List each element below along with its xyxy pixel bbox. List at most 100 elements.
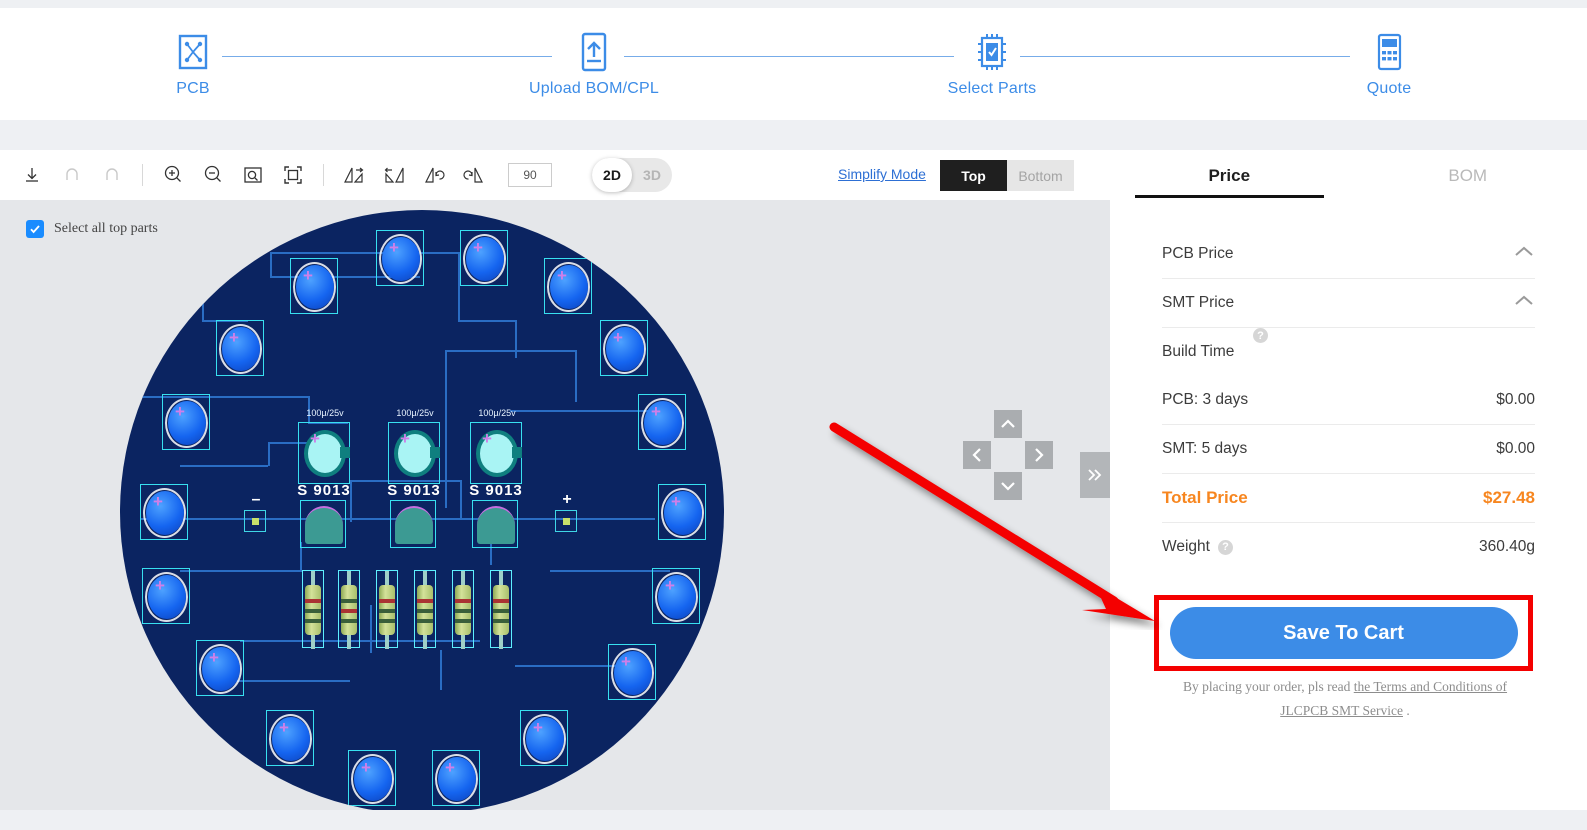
capacitor-part[interactable]: 100μ/25v + bbox=[388, 408, 440, 484]
rotate-ccw-icon[interactable] bbox=[414, 158, 454, 192]
undo-icon[interactable] bbox=[52, 158, 92, 192]
pan-down-button[interactable] bbox=[994, 472, 1022, 500]
trace bbox=[440, 650, 442, 690]
trace bbox=[445, 350, 447, 440]
resistor-part[interactable] bbox=[452, 570, 474, 649]
capacitor-label: 100μ/25v bbox=[478, 408, 516, 418]
resistor-part[interactable] bbox=[490, 570, 512, 649]
dimension-option-2d[interactable]: 2D bbox=[592, 158, 632, 192]
led-part[interactable]: + bbox=[290, 258, 338, 314]
fit-screen-icon[interactable] bbox=[273, 158, 313, 192]
led-part[interactable]: + bbox=[608, 644, 656, 700]
chevron-down-icon bbox=[1001, 482, 1015, 491]
step-pcb[interactable]: PCB bbox=[113, 30, 273, 98]
capacitor-part[interactable]: 100μ/25v + bbox=[298, 408, 350, 484]
led-part[interactable]: + bbox=[460, 230, 508, 286]
build-time-row: Build Time bbox=[1162, 328, 1535, 376]
pan-up-button[interactable] bbox=[994, 410, 1022, 438]
pan-left-button[interactable] bbox=[963, 441, 991, 469]
smd-pad-negative[interactable]: – bbox=[244, 491, 266, 532]
led-part[interactable]: + bbox=[432, 750, 480, 806]
resistor-part[interactable] bbox=[376, 570, 398, 649]
tab-bom[interactable]: BOM bbox=[1349, 150, 1587, 202]
led-part[interactable]: + bbox=[658, 484, 706, 540]
step-upload-bom[interactable]: Upload BOM/CPL bbox=[514, 30, 674, 98]
build-time-help-icon[interactable]: ? bbox=[1253, 328, 1268, 343]
led-part[interactable]: + bbox=[520, 710, 568, 766]
capacitor-label: 100μ/25v bbox=[306, 408, 344, 418]
redo-icon[interactable] bbox=[92, 158, 132, 192]
pcb-preview-canvas[interactable]: Select all top parts + + + + + + + + + +… bbox=[0, 200, 1110, 810]
side-option-bottom[interactable]: Bottom bbox=[1007, 160, 1074, 191]
chevron-up-icon[interactable] bbox=[1513, 294, 1535, 312]
transistor-part[interactable]: S 9013 bbox=[297, 482, 350, 548]
select-all-checkbox[interactable] bbox=[26, 220, 44, 238]
help-icon[interactable]: ? bbox=[1217, 539, 1233, 555]
flip-vertical-icon[interactable] bbox=[374, 158, 414, 192]
smd-pad-positive[interactable]: + bbox=[555, 491, 577, 532]
trace bbox=[460, 480, 462, 520]
led-part[interactable]: + bbox=[216, 320, 264, 376]
simplify-mode-link[interactable]: Simplify Mode bbox=[838, 166, 926, 182]
select-all-top-parts[interactable]: Select all top parts bbox=[26, 220, 158, 238]
dimension-option-3d[interactable]: 3D bbox=[632, 158, 672, 192]
side-option-top[interactable]: Top bbox=[940, 160, 1007, 191]
led-part[interactable]: + bbox=[142, 568, 190, 624]
section-pcb-price[interactable]: PCB Price bbox=[1162, 230, 1535, 278]
select-all-label: Select all top parts bbox=[54, 221, 158, 236]
led-part[interactable]: + bbox=[140, 484, 188, 540]
led-part[interactable]: + bbox=[162, 394, 210, 450]
weight-row: Weight ? 360.40g bbox=[1162, 523, 1535, 571]
section-smt-price[interactable]: SMT Price bbox=[1162, 279, 1535, 327]
polarity-plus: + bbox=[361, 758, 371, 777]
resistor-part[interactable] bbox=[414, 570, 436, 649]
pcb-board[interactable]: + + + + + + + + + + + + + + + + + + 100μ… bbox=[120, 210, 724, 810]
rotation-input[interactable] bbox=[508, 163, 552, 187]
trace bbox=[575, 350, 577, 402]
panel-collapse-handle[interactable] bbox=[1080, 452, 1110, 498]
led-part[interactable]: + bbox=[266, 710, 314, 766]
polarity-plus: + bbox=[665, 576, 675, 595]
capacitor-part[interactable]: 100μ/25v + bbox=[470, 408, 522, 484]
polarity-plus: + bbox=[303, 266, 313, 285]
led-part[interactable]: + bbox=[196, 640, 244, 696]
transistor-part[interactable]: S 9013 bbox=[469, 482, 522, 548]
smt-days-row: SMT: 5 days $0.00 bbox=[1162, 425, 1535, 473]
led-part[interactable]: + bbox=[376, 230, 424, 286]
weight-value: 360.40g bbox=[1478, 538, 1535, 555]
download-icon[interactable] bbox=[12, 158, 52, 192]
section-label: SMT Price bbox=[1162, 294, 1235, 311]
rotate-cw-icon[interactable] bbox=[454, 158, 494, 192]
chevron-up-icon[interactable] bbox=[1513, 245, 1535, 263]
tab-price[interactable]: Price bbox=[1110, 150, 1349, 202]
resistor-part[interactable] bbox=[338, 570, 360, 649]
led-part[interactable]: + bbox=[348, 750, 396, 806]
resistor-part[interactable] bbox=[302, 570, 324, 649]
smt-assembly-page: PCB Upload BOM/CPL Select Parts Quote 90… bbox=[0, 0, 1587, 830]
polarity-plus: + bbox=[209, 648, 219, 667]
pcb-days-row: PCB: 3 days $0.00 bbox=[1162, 376, 1535, 424]
transistor-part[interactable]: S 9013 bbox=[387, 482, 440, 548]
polarity-plus: + bbox=[229, 328, 239, 347]
dimension-toggle[interactable]: 2D 3D bbox=[592, 158, 672, 192]
led-part[interactable]: + bbox=[652, 568, 700, 624]
zoom-out-icon[interactable] bbox=[193, 158, 233, 192]
step-quote[interactable]: Quote bbox=[1309, 30, 1469, 98]
trace bbox=[458, 320, 516, 322]
polarity-plus: + bbox=[671, 492, 681, 511]
save-to-cart-button[interactable]: Save To Cart bbox=[1169, 607, 1518, 659]
build-time-label: Build Time bbox=[1162, 343, 1235, 360]
polarity-plus: + bbox=[155, 576, 165, 595]
trace bbox=[240, 640, 480, 642]
led-part[interactable]: + bbox=[638, 394, 686, 450]
led-part[interactable]: + bbox=[600, 320, 648, 376]
terms-prefix: By placing your order, pls read bbox=[1182, 679, 1354, 694]
polarity-plus: + bbox=[310, 429, 320, 448]
flip-horizontal-icon[interactable] bbox=[334, 158, 374, 192]
polarity-plus: + bbox=[621, 652, 631, 671]
step-select-parts[interactable]: Select Parts bbox=[912, 30, 1072, 98]
pan-right-button[interactable] bbox=[1025, 441, 1053, 469]
zoom-area-icon[interactable] bbox=[233, 158, 273, 192]
zoom-in-icon[interactable] bbox=[153, 158, 193, 192]
led-part[interactable]: + bbox=[544, 258, 592, 314]
